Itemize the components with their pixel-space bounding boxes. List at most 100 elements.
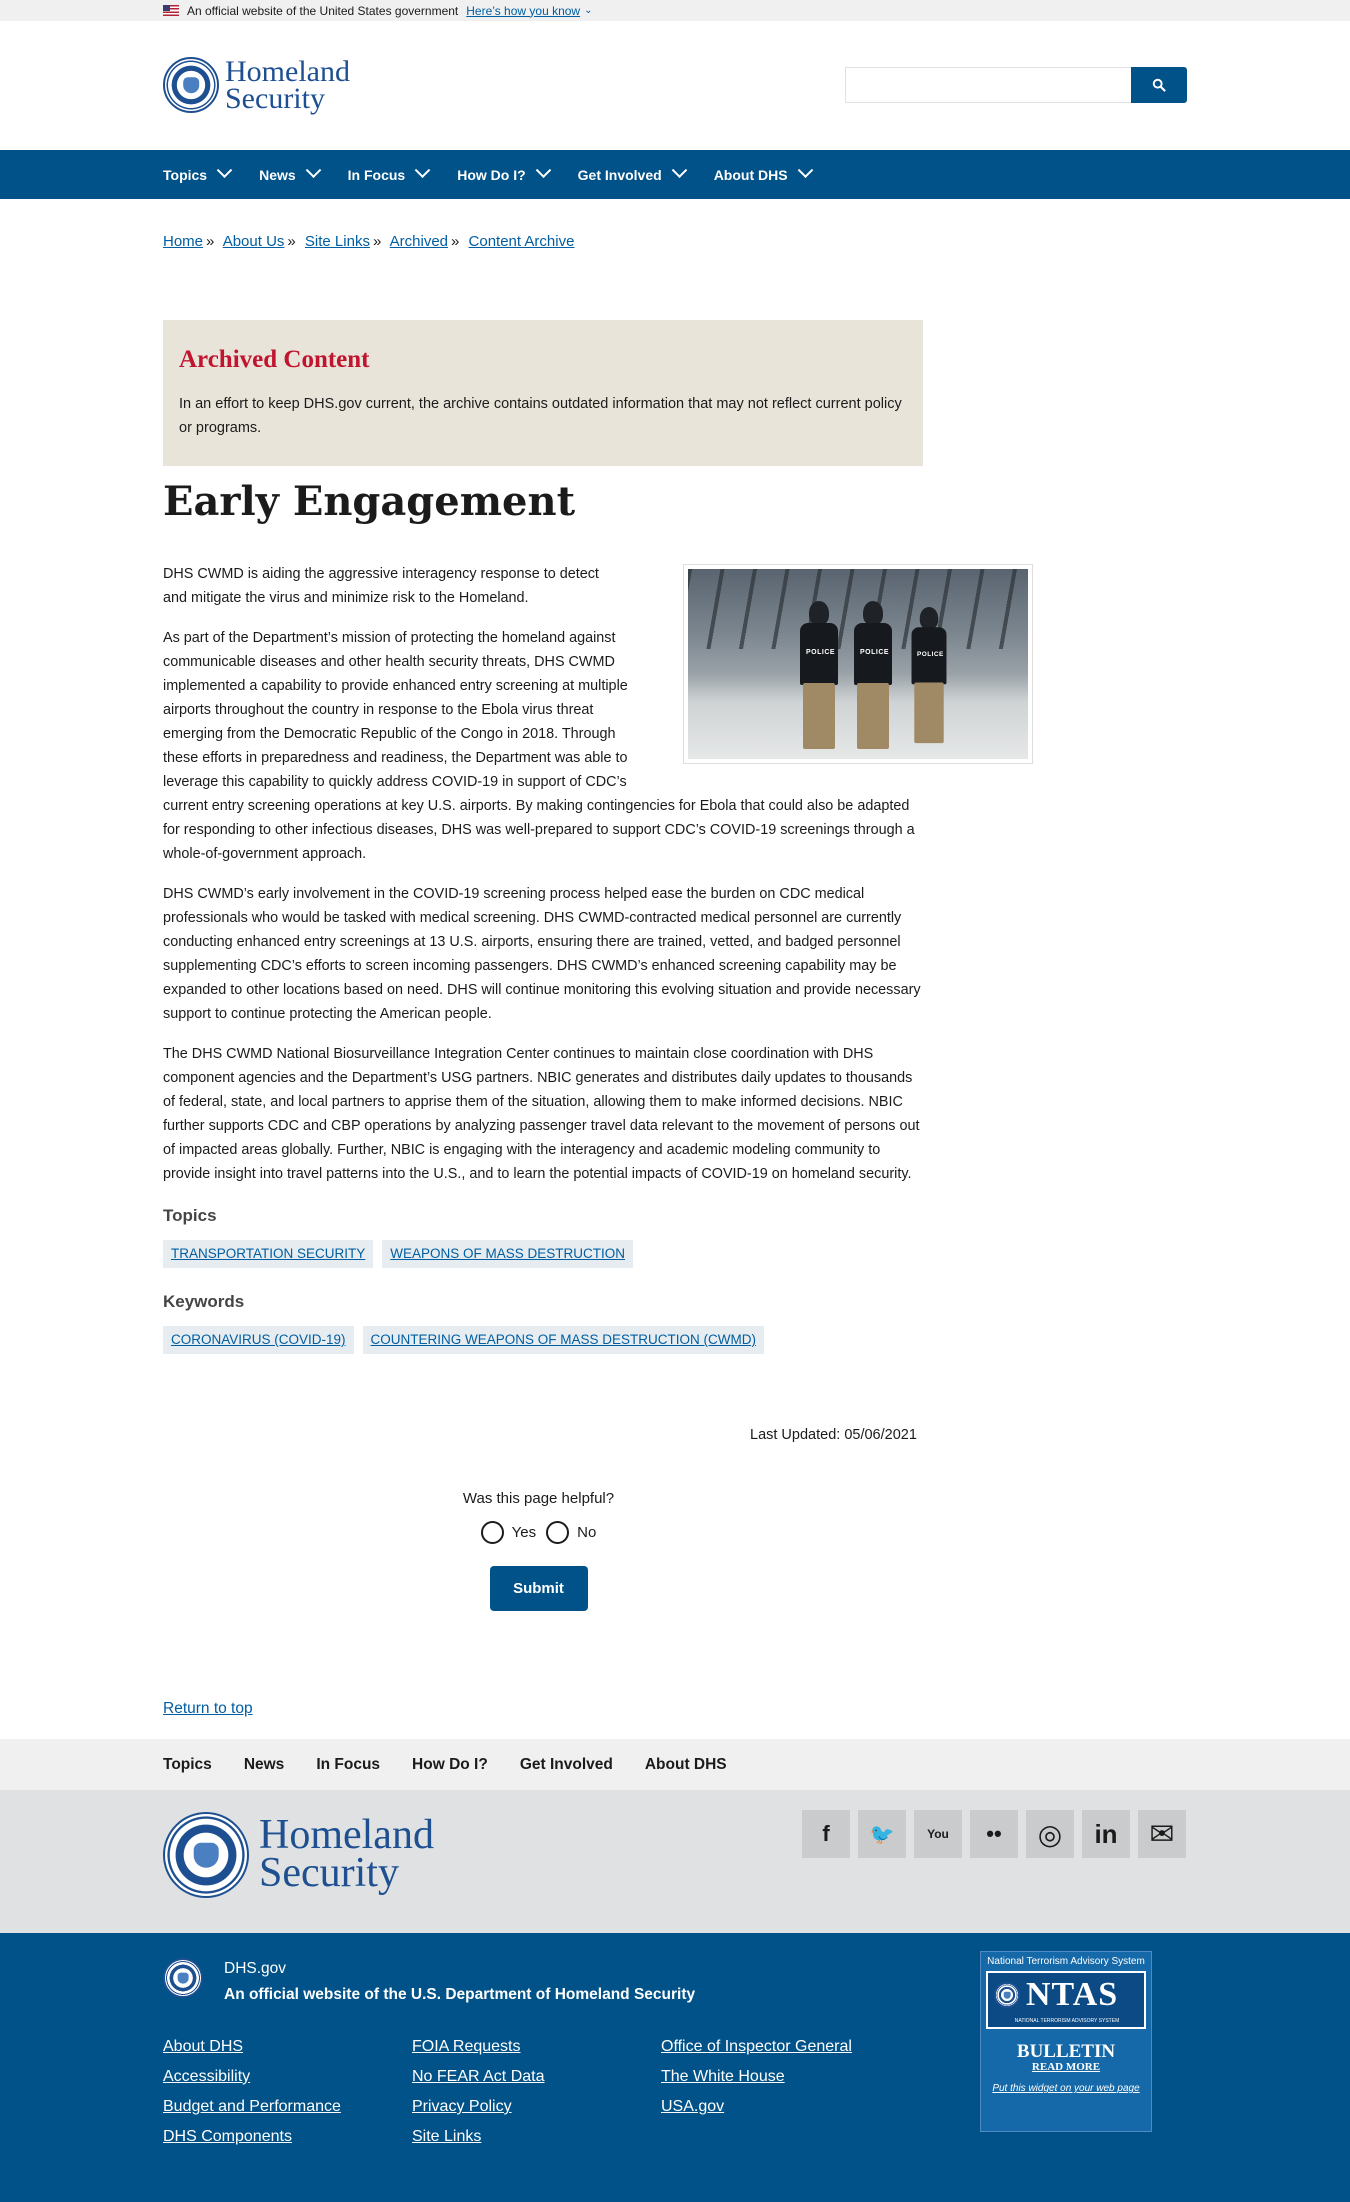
dhs-logo[interactable]: Homeland Security — [163, 55, 350, 114]
nav-how-do-i[interactable]: How Do I? — [457, 162, 551, 183]
submit-button[interactable]: Submit — [489, 1566, 588, 1611]
breadcrumb-separator: » — [287, 233, 296, 250]
nav-in-focus[interactable]: In Focus — [347, 162, 431, 183]
article-photo: POLICE POLICE POLICE — [683, 564, 1033, 764]
breadcrumb-site-links[interactable]: Site Links — [305, 233, 370, 250]
youtube-glyph: You — [927, 1827, 949, 1841]
ntas-widget-link[interactable]: Put this widget on your web page — [981, 2083, 1151, 2094]
return-to-top-link[interactable]: Return to top — [163, 1700, 253, 1718]
facebook-glyph: f — [822, 1821, 830, 1846]
footer-nav-how-do-i[interactable]: How Do I? — [412, 1756, 488, 1774]
nav-label: In Focus — [347, 166, 406, 183]
archived-title: Archived Content — [179, 346, 370, 373]
yes-label: Yes — [511, 1524, 537, 1541]
facebook-icon[interactable]: f — [802, 1810, 850, 1858]
footer-nav-in-focus[interactable]: In Focus — [316, 1756, 380, 1774]
ntas-logo: NTAS NATIONAL TERRORISM ADVISORY SYSTEM — [986, 1971, 1146, 2029]
archived-text: In an effort to keep DHS.gov current, th… — [179, 396, 902, 436]
police-label: POLICE — [917, 651, 944, 658]
email-icon[interactable]: ✉ — [1138, 1810, 1186, 1858]
main-nav: Topics News In Focus How Do I? Get Invol… — [0, 150, 1350, 199]
chevron-down-icon — [414, 162, 431, 179]
feedback-form: Was this page helpful? Yes No Submit — [0, 1490, 1077, 1611]
logo-line1: Homeland — [225, 55, 350, 88]
footer-nav-about-dhs[interactable]: About DHS — [645, 1756, 727, 1774]
twitter-glyph: 🐦 — [869, 1823, 895, 1846]
logo-wordmark: Homeland Security — [225, 55, 350, 114]
footer-nav-topics[interactable]: Topics — [163, 1756, 212, 1774]
identifier-prefix: An official website of the — [224, 1986, 411, 2003]
footer-link-components[interactable]: DHS Components — [163, 2125, 412, 2148]
flickr-icon[interactable]: •• — [970, 1810, 1018, 1858]
breadcrumb-archived[interactable]: Archived — [390, 233, 448, 250]
footer-link-privacy[interactable]: Privacy Policy — [412, 2095, 661, 2118]
twitter-icon[interactable]: 🐦 — [858, 1810, 906, 1858]
footer-logo-line2: Security — [259, 1850, 399, 1896]
no-label: No — [577, 1524, 597, 1541]
search-input[interactable] — [845, 67, 1131, 103]
footer-link-white-house[interactable]: The White House — [661, 2065, 921, 2088]
how-you-know-link[interactable]: Here’s how you know — [466, 4, 580, 18]
keyword-tag[interactable]: CORONAVIRUS (COVID-19) — [163, 1326, 354, 1354]
footer-link-site-links[interactable]: Site Links — [412, 2125, 661, 2148]
footer-link-oig[interactable]: Office of Inspector General — [661, 2035, 921, 2058]
search-form — [845, 67, 1187, 103]
instagram-icon[interactable]: ◎ — [1026, 1810, 1074, 1858]
police-label: POLICE — [806, 649, 836, 656]
footer-dhs-logo[interactable]: Homeland Security — [163, 1812, 434, 1898]
footer-nav: Topics News In Focus How Do I? Get Invol… — [0, 1739, 1350, 1790]
gov-banner-text: An official website of the United States… — [187, 3, 459, 18]
footer-link-about-dhs[interactable]: About DHS — [163, 2035, 412, 2058]
topic-tag[interactable]: WEAPONS OF MASS DESTRUCTION — [382, 1240, 634, 1268]
police-label: POLICE — [860, 649, 890, 656]
nav-news[interactable]: News — [259, 162, 321, 183]
nav-about-dhs[interactable]: About DHS — [713, 162, 813, 183]
yes-radio[interactable]: Yes — [480, 1521, 537, 1544]
linkedin-icon[interactable]: in — [1082, 1810, 1130, 1858]
officer-figure: POLICE — [850, 601, 896, 751]
breadcrumb-about-us[interactable]: About Us — [223, 233, 285, 250]
airport-officers-image: POLICE POLICE POLICE — [688, 569, 1028, 759]
linkedin-glyph: in — [1094, 1818, 1118, 1849]
nav-label: Get Involved — [577, 166, 662, 183]
radio-circle[interactable] — [546, 1521, 570, 1544]
chevron-down-icon — [216, 162, 233, 179]
site-header: Homeland Security — [0, 21, 1350, 150]
last-updated: Last Updated: 05/06/2021 — [750, 1427, 917, 1443]
chevron-down-icon — [797, 162, 813, 179]
search-button[interactable] — [1131, 67, 1187, 103]
footer-link-no-fear[interactable]: No FEAR Act Data — [412, 2065, 661, 2088]
footer-nav-get-involved[interactable]: Get Involved — [520, 1756, 613, 1774]
footer-links: About DHS FOIA Requests Office of Inspec… — [163, 2035, 921, 2148]
officer-figure: POLICE — [796, 601, 842, 751]
breadcrumb-separator: » — [451, 233, 460, 250]
breadcrumb-content-archive[interactable]: Content Archive — [469, 233, 575, 250]
chevron-down-icon — [535, 162, 551, 179]
search-icon — [1152, 78, 1166, 92]
footer-link-foia[interactable]: FOIA Requests — [412, 2035, 661, 2058]
ntas-read-more[interactable]: READ MORE — [981, 2061, 1151, 2073]
identifier-agency-link[interactable]: U.S. Department of Homeland Security — [411, 1986, 695, 2003]
nav-topics[interactable]: Topics — [163, 162, 233, 183]
footer-link-accessibility[interactable]: Accessibility — [163, 2065, 412, 2088]
breadcrumb-home[interactable]: Home — [163, 233, 203, 250]
nav-get-involved[interactable]: Get Involved — [577, 162, 687, 183]
radio-circle[interactable] — [480, 1521, 504, 1544]
footer-logo-bar: Homeland Security f 🐦 You •• ◎ in ✉ — [0, 1790, 1350, 1933]
ntas-widget[interactable]: National Terrorism Advisory System NTAS … — [980, 1951, 1152, 2132]
no-radio[interactable]: No — [546, 1521, 596, 1544]
footer-link-usa-gov[interactable]: USA.gov — [661, 2095, 921, 2118]
keyword-tag[interactable]: COUNTERING WEAPONS OF MASS DESTRUCTION (… — [362, 1326, 765, 1354]
article-body: POLICE POLICE POLICE DHS CWMD is aiding … — [163, 562, 1033, 1354]
youtube-icon[interactable]: You — [914, 1810, 962, 1858]
breadcrumb: Home» About Us» Site Links» Archived» Co… — [163, 233, 574, 250]
ntas-logo-subtitle: NATIONAL TERRORISM ADVISORY SYSTEM — [1014, 2018, 1120, 2024]
topic-tag[interactable]: TRANSPORTATION SECURITY — [163, 1240, 374, 1268]
nav-label: About DHS — [713, 166, 788, 183]
nav-label: News — [259, 166, 296, 183]
footer-nav-news[interactable]: News — [244, 1756, 285, 1774]
footer-link-budget[interactable]: Budget and Performance — [163, 2095, 412, 2118]
chevron-down-icon — [671, 162, 687, 179]
topics-heading: Topics — [163, 1206, 217, 1225]
chevron-down-icon[interactable]: ⌄ — [584, 5, 592, 16]
